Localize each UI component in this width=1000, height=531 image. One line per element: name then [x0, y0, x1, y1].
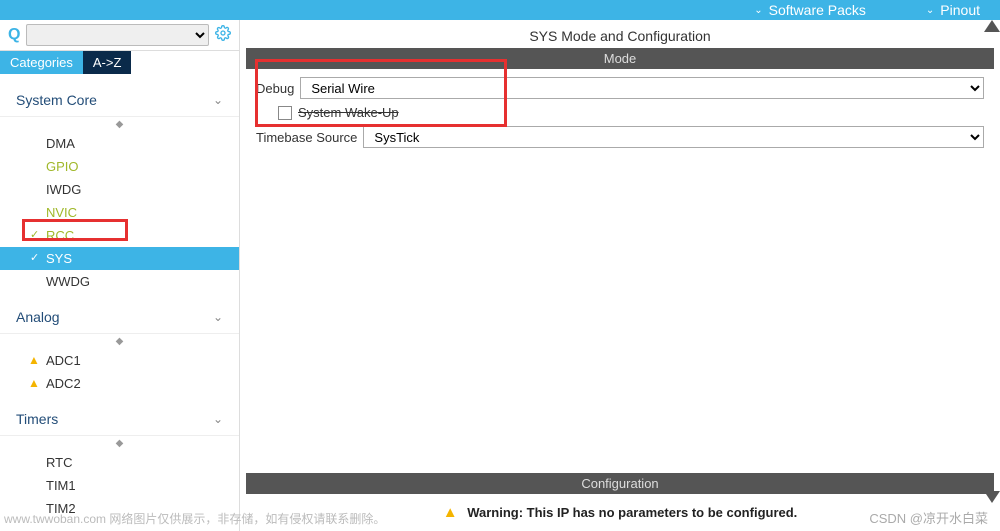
section-label: System Core [16, 92, 97, 108]
chevron-down-icon: ⌄ [213, 93, 223, 107]
timebase-select[interactable]: SysTick [363, 126, 984, 148]
scroll-down-icon[interactable] [984, 491, 1000, 503]
csdn-attribution: CSDN @凉开水白菜 [869, 508, 988, 527]
search-input[interactable] [26, 24, 209, 46]
check-icon: ✓ [30, 250, 39, 267]
chevron-down-icon: ⌄ [754, 5, 762, 16]
mode-header: Mode [246, 48, 994, 69]
menu-pinout[interactable]: ⌄ Pinout [926, 2, 980, 18]
section-timers[interactable]: Timers ⌄ [0, 403, 239, 436]
debug-label: Debug [256, 81, 294, 96]
tree-item-sys[interactable]: ✓ SYS [0, 247, 239, 270]
row-debug: Debug Serial Wire [256, 77, 984, 99]
mode-body: Debug Serial Wire System Wake-Up Timebas… [246, 69, 994, 162]
tree: System Core ⌄ ◆ DMA GPIO IWDG NVIC ✓RCC … [0, 74, 239, 531]
spacer [246, 162, 994, 467]
gear-icon[interactable] [215, 25, 231, 46]
timebase-label: Timebase Source [256, 130, 357, 145]
check-icon: ✓ [30, 227, 39, 244]
section-analog[interactable]: Analog ⌄ [0, 301, 239, 334]
watermark-text: www.twwoban.com 网络图片仅供展示，非存储，如有侵权请联系删除。 [4, 510, 385, 527]
search-icon[interactable]: Q [8, 26, 20, 44]
warning-icon: ▲ [28, 375, 40, 392]
row-timebase: Timebase Source SysTick [256, 126, 984, 148]
tree-item-adc2[interactable]: ▲ ADC2 [0, 372, 239, 395]
tab-row: Categories A->Z [0, 51, 239, 74]
sort-icon[interactable]: ◆ [0, 117, 239, 132]
right-panel: SYS Mode and Configuration Mode Debug Se… [240, 20, 1000, 531]
chevron-down-icon: ⌄ [213, 412, 223, 426]
tree-item-rtc[interactable]: RTC [0, 451, 239, 474]
config-header: Configuration [246, 473, 994, 494]
tree-item-nvic[interactable]: NVIC [0, 201, 239, 224]
tab-az[interactable]: A->Z [83, 51, 132, 74]
tree-item-label: RCC [46, 228, 74, 243]
warning-text: Warning: This IP has no parameters to be… [467, 505, 797, 520]
tree-item-label: ADC2 [46, 376, 81, 391]
tree-item-label: SYS [46, 251, 72, 266]
wakeup-label: System Wake-Up [298, 105, 399, 120]
warning-icon: ▲ [443, 504, 458, 521]
section-system-core[interactable]: System Core ⌄ [0, 84, 239, 117]
scroll-up-icon[interactable] [984, 20, 1000, 32]
sort-icon[interactable]: ◆ [0, 334, 239, 349]
menu-label: Software Packs [769, 2, 866, 18]
tree-item-tim1[interactable]: TIM1 [0, 474, 239, 497]
tree-item-wwdg[interactable]: WWDG [0, 270, 239, 293]
chevron-down-icon: ⌄ [926, 5, 934, 16]
main: Q Categories A->Z System Core ⌄ ◆ DMA GP… [0, 20, 1000, 531]
sort-icon[interactable]: ◆ [0, 436, 239, 451]
tree-item-adc1[interactable]: ▲ ADC1 [0, 349, 239, 372]
debug-select[interactable]: Serial Wire [300, 77, 984, 99]
tree-item-rcc[interactable]: ✓ RCC [0, 224, 239, 247]
section-label: Analog [16, 309, 60, 325]
tree-item-iwdg[interactable]: IWDG [0, 178, 239, 201]
menu-software-packs[interactable]: ⌄ Software Packs [754, 2, 866, 18]
section-label: Timers [16, 411, 58, 427]
left-panel: Q Categories A->Z System Core ⌄ ◆ DMA GP… [0, 20, 240, 531]
menu-label: Pinout [940, 2, 980, 18]
search-row: Q [0, 20, 239, 51]
tree-item-dma[interactable]: DMA [0, 132, 239, 155]
wakeup-checkbox[interactable] [278, 106, 292, 120]
warning-icon: ▲ [28, 352, 40, 369]
top-menu: ⌄ Software Packs ⌄ Pinout [0, 0, 1000, 20]
tree-item-gpio[interactable]: GPIO [0, 155, 239, 178]
chevron-down-icon: ⌄ [213, 310, 223, 324]
tree-item-label: ADC1 [46, 353, 81, 368]
row-wakeup: System Wake-Up [256, 105, 984, 120]
panel-title: SYS Mode and Configuration [246, 20, 994, 48]
tab-categories[interactable]: Categories [0, 51, 83, 74]
